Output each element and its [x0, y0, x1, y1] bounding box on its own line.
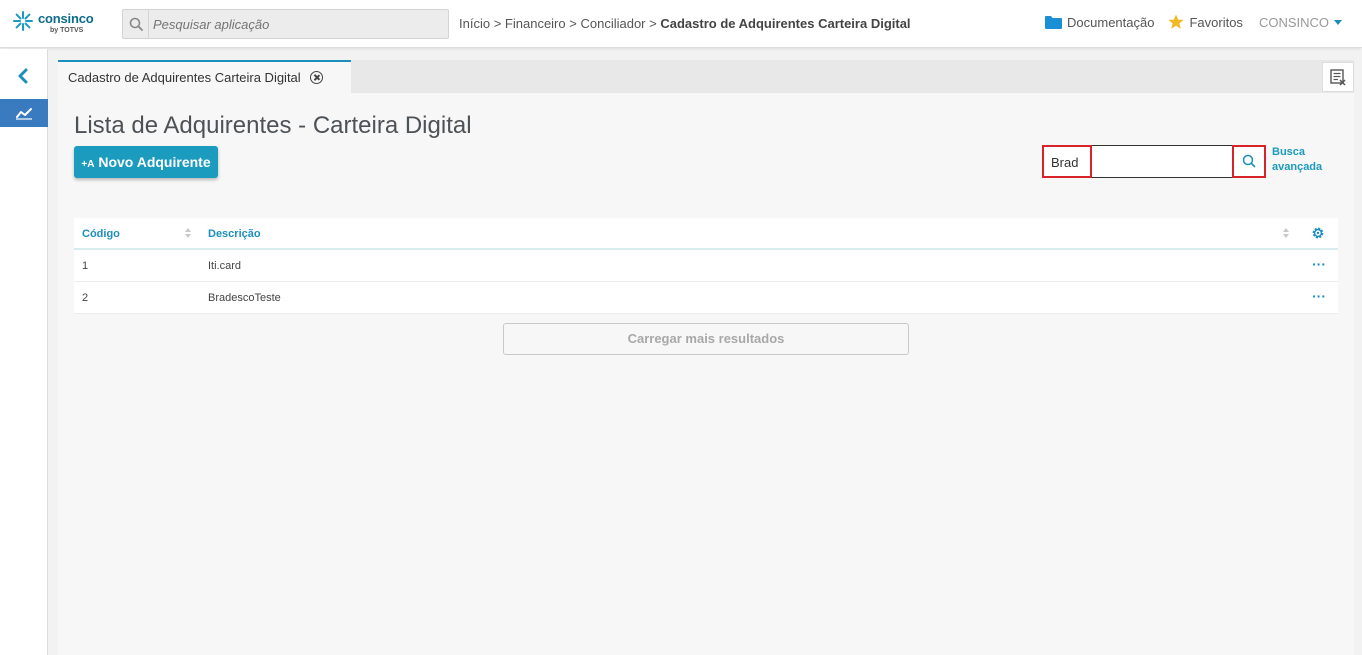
search-icon[interactable] [123, 10, 149, 38]
search-button[interactable] [1232, 145, 1266, 178]
logo[interactable]: consinco by TOTVS [12, 9, 102, 39]
sort-icon[interactable] [1283, 228, 1289, 239]
tab-label: Cadastro de Adquirentes Carteira Digital [68, 70, 301, 85]
advanced-search-link[interactable]: Busca avançada [1272, 145, 1332, 175]
acquirers-table: Código Descrição 1 Iti.card ··· 2 Brades… [74, 218, 1338, 314]
table-row[interactable]: 2 BradescoTeste ··· [74, 282, 1338, 314]
breadcrumb: Início > Financeiro > Conciliador > Cada… [459, 16, 911, 31]
gear-icon[interactable] [1311, 226, 1325, 240]
top-links: Documentação Favoritos CONSINCO [1031, 14, 1342, 30]
table-header: Código Descrição [74, 218, 1338, 250]
user-menu[interactable]: CONSINCO [1259, 15, 1342, 30]
favorites-label: Favoritos [1189, 14, 1243, 30]
sidebar-item-chart[interactable] [0, 99, 48, 127]
load-more-button[interactable]: Carregar mais resultados [503, 323, 909, 355]
column-header-descricao[interactable]: Descrição [208, 228, 261, 240]
logo-text: consinco [38, 11, 94, 26]
cell-description: Iti.card [208, 260, 242, 272]
advanced-search-line2: avançada [1272, 161, 1323, 173]
more-icon[interactable]: ··· [1312, 256, 1326, 272]
advanced-search-line1: Busca [1272, 146, 1306, 158]
app-search[interactable] [122, 9, 449, 39]
cell-description: BradescoTeste [208, 292, 281, 304]
documentation-link[interactable]: Documentação [1045, 15, 1154, 30]
app-search-input[interactable] [153, 15, 443, 33]
page-title: Lista de Adquirentes - Carteira Digital [74, 112, 472, 139]
sort-icon[interactable] [185, 228, 191, 239]
search-input[interactable] [1051, 154, 1251, 170]
breadcrumb-separator: > [649, 16, 657, 31]
sidebar [0, 49, 48, 655]
more-icon[interactable]: ··· [1312, 288, 1326, 304]
tab-strip: Cadastro de Adquirentes Carteira Digital [58, 60, 1354, 93]
logo-subtitle: by TOTVS [50, 27, 84, 34]
breadcrumb-item-financeiro[interactable]: Financeiro [505, 16, 566, 31]
add-icon: +A [81, 159, 95, 170]
clear-list-button[interactable] [1322, 62, 1354, 92]
clear-list-icon [1330, 69, 1346, 86]
cell-code: 2 [82, 292, 89, 304]
breadcrumb-item-conciliador[interactable]: Conciliador [580, 16, 645, 31]
consinco-logo-icon [13, 11, 33, 31]
folder-icon [1045, 16, 1063, 29]
documentation-label: Documentação [1067, 14, 1155, 30]
chart-line-icon [16, 108, 32, 120]
new-acquirer-button[interactable]: +A Novo Adquirente [74, 146, 218, 178]
breadcrumb-item-inicio[interactable]: Início [459, 16, 490, 31]
user-name: CONSINCO [1258, 14, 1329, 30]
favorites-link[interactable]: Favoritos [1168, 14, 1243, 30]
main-content: Lista de Adquirentes - Carteira Digital … [58, 93, 1354, 655]
chevron-left-icon[interactable] [14, 67, 32, 85]
close-circle-icon[interactable] [310, 71, 324, 84]
tab-cadastro-adquirentes[interactable]: Cadastro de Adquirentes Carteira Digital [58, 60, 351, 93]
breadcrumb-separator: > [493, 16, 502, 31]
breadcrumb-separator: > [569, 16, 577, 31]
search-icon [1242, 154, 1256, 168]
new-acquirer-label: Novo Adquirente [98, 154, 211, 170]
table-row[interactable]: 1 Iti.card ··· [74, 250, 1338, 282]
star-icon [1168, 14, 1185, 29]
breadcrumb-current: Cadastro de Adquirentes Carteira Digital [660, 16, 911, 31]
chevron-down-icon [1334, 19, 1342, 25]
column-header-codigo[interactable]: Código [82, 228, 120, 240]
top-bar: consinco by TOTVS Início > Financeiro > … [0, 0, 1362, 48]
cell-code: 1 [82, 260, 89, 272]
